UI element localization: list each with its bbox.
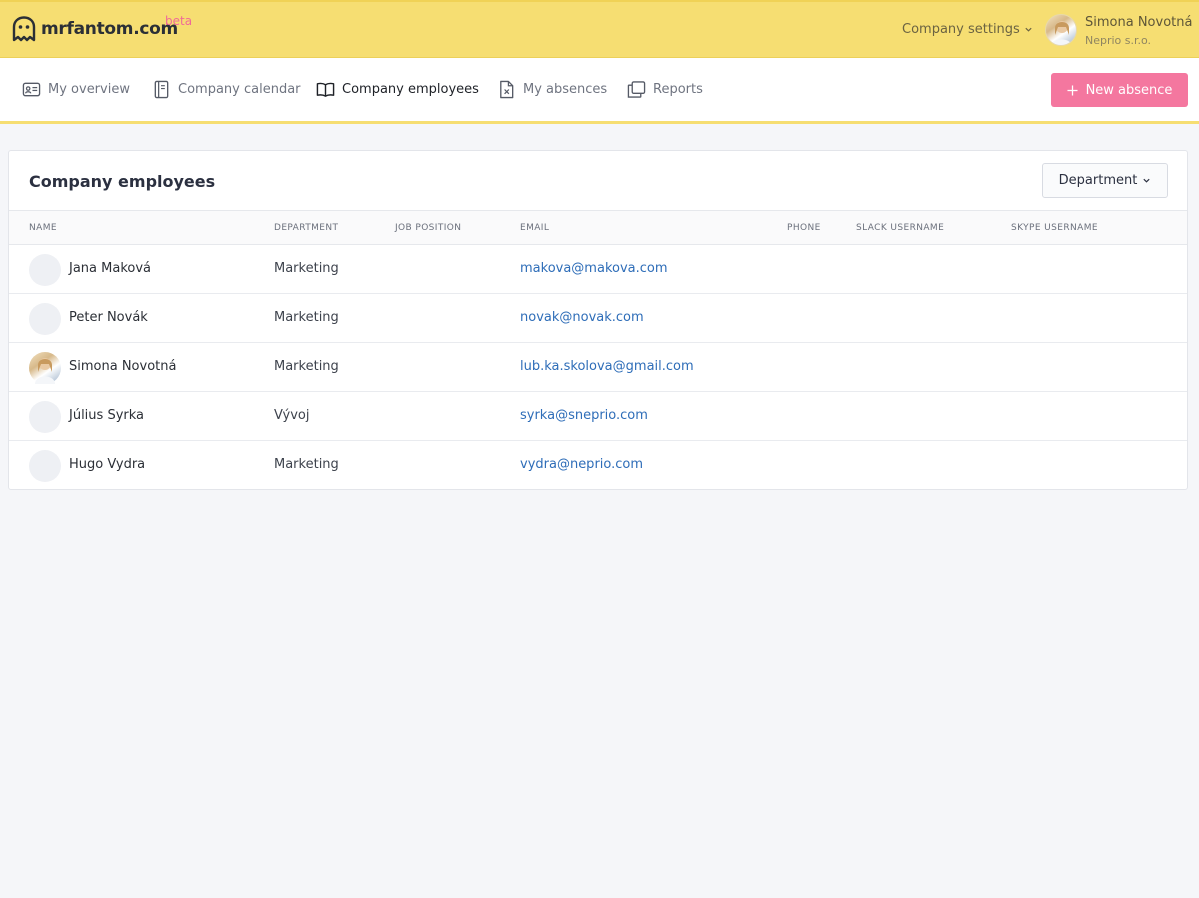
- avatar: [29, 254, 61, 286]
- nav-label: My overview: [48, 82, 130, 97]
- logo-text: mrfantom.com: [41, 19, 178, 39]
- employee-email-link[interactable]: vydra@neprio.com: [520, 457, 643, 472]
- employee-department: Vývoj: [274, 408, 310, 423]
- employee-department: Marketing: [274, 261, 339, 276]
- file-x-icon: [500, 80, 514, 99]
- new-absence-label: New absence: [1085, 82, 1173, 98]
- column-header-name[interactable]: NAME: [29, 223, 57, 233]
- nav-company-calendar[interactable]: Company calendar: [152, 80, 301, 99]
- main-nav: My overview Company calendar Company emp…: [0, 58, 1199, 124]
- company-settings-dropdown[interactable]: Company settings: [902, 22, 1033, 37]
- nav-label: Company calendar: [178, 82, 301, 97]
- employee-department: Marketing: [274, 359, 339, 374]
- avatar: [29, 303, 61, 335]
- nav-reports[interactable]: Reports: [627, 80, 703, 99]
- company-settings-label: Company settings: [902, 22, 1020, 37]
- column-header-phone[interactable]: PHONE: [787, 223, 821, 233]
- employee-email-link[interactable]: novak@novak.com: [520, 310, 644, 325]
- table-row[interactable]: Simona Novotná Marketing lub.ka.skolova@…: [9, 343, 1187, 392]
- avatar: [29, 450, 61, 482]
- department-filter-button[interactable]: Department: [1042, 163, 1168, 198]
- nav-my-overview[interactable]: My overview: [22, 80, 130, 99]
- notebook-icon: [154, 80, 169, 99]
- employee-email-link[interactable]: lub.ka.skolova@gmail.com: [520, 359, 694, 374]
- table-row[interactable]: Peter Novák Marketing novak@novak.com: [9, 294, 1187, 343]
- employee-department: Marketing: [274, 310, 339, 325]
- table-row[interactable]: Július Syrka Vývoj syrka@sneprio.com: [9, 392, 1187, 441]
- table-row[interactable]: Hugo Vydra Marketing vydra@neprio.com: [9, 441, 1187, 490]
- page-title: Company employees: [29, 172, 216, 191]
- avatar: [29, 401, 61, 433]
- user-avatar[interactable]: [1045, 14, 1077, 46]
- employee-name: Simona Novotná: [69, 359, 177, 374]
- column-header-job-position[interactable]: JOB POSITION: [395, 223, 461, 233]
- department-filter-label: Department: [1058, 173, 1138, 188]
- nav-label: Reports: [653, 82, 703, 97]
- user-company: Neprio s.r.o.: [1085, 34, 1152, 47]
- ghost-logo-icon: [12, 16, 36, 42]
- table-header: NAME DEPARTMENT JOB POSITION EMAIL PHONE…: [9, 210, 1187, 245]
- nav-company-employees[interactable]: Company employees: [316, 80, 479, 99]
- avatar: [29, 352, 61, 384]
- nav-label: Company employees: [342, 82, 479, 97]
- chevron-down-icon: [1025, 27, 1032, 32]
- open-book-icon: [316, 82, 335, 97]
- employee-email-link[interactable]: makova@makova.com: [520, 261, 668, 276]
- plus-icon: [1067, 84, 1078, 96]
- user-name[interactable]: Simona Novotná: [1085, 15, 1192, 30]
- employee-email-link[interactable]: syrka@sneprio.com: [520, 408, 648, 423]
- chevron-down-icon: [1143, 178, 1150, 183]
- user-photo-icon: [1052, 21, 1072, 45]
- id-card-icon: [22, 82, 41, 97]
- beta-badge: beta: [165, 14, 193, 28]
- column-header-department[interactable]: DEPARTMENT: [274, 223, 338, 233]
- employee-name: Július Syrka: [69, 408, 144, 423]
- nav-label: My absences: [523, 82, 608, 97]
- nav-my-absences[interactable]: My absences: [497, 80, 607, 99]
- employee-name: Jana Maková: [69, 261, 151, 276]
- user-photo-icon: [35, 358, 55, 384]
- table-row[interactable]: Jana Maková Marketing makova@makova.com: [9, 245, 1187, 294]
- folders-icon: [627, 81, 646, 98]
- employee-department: Marketing: [274, 457, 339, 472]
- new-absence-button[interactable]: New absence: [1051, 73, 1188, 107]
- employees-card: Company employees Department NAME DEPART…: [8, 150, 1188, 490]
- top-bar: mrfantom.com beta Company settings Simon…: [0, 0, 1199, 58]
- column-header-email[interactable]: EMAIL: [520, 223, 549, 233]
- column-header-skype[interactable]: SKYPE USERNAME: [1011, 223, 1098, 233]
- logo[interactable]: mrfantom.com beta: [12, 14, 192, 42]
- employee-name: Hugo Vydra: [69, 457, 146, 472]
- employee-name: Peter Novák: [69, 310, 148, 325]
- column-header-slack[interactable]: SLACK USERNAME: [856, 223, 944, 233]
